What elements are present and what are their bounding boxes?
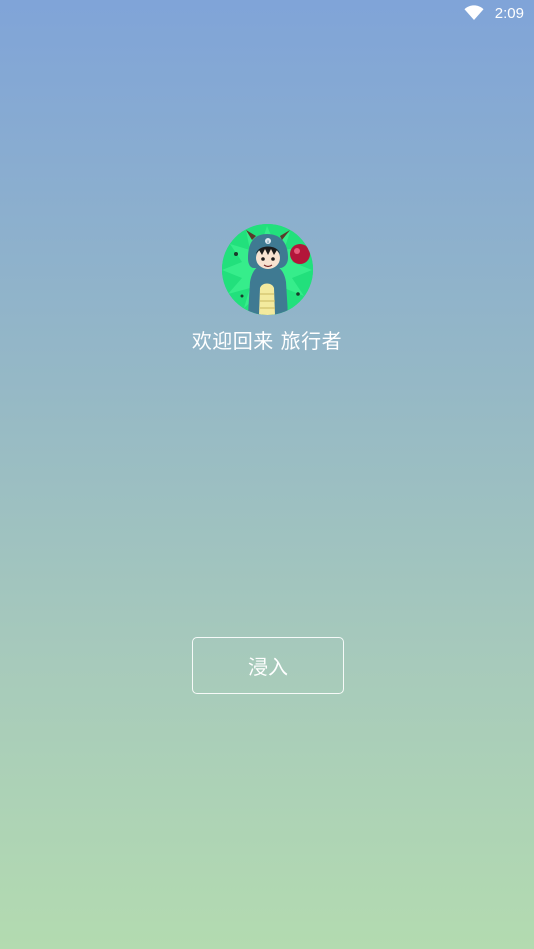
enter-button[interactable]: 浸入: [192, 637, 344, 694]
welcome-message: 欢迎回来 旅行者: [191, 329, 343, 353]
wifi-icon: [464, 5, 484, 21]
avatar[interactable]: x: [222, 224, 313, 315]
avatar-image: x: [222, 224, 313, 315]
status-bar: 2:09: [0, 0, 534, 28]
status-time: 2:09: [494, 5, 524, 22]
